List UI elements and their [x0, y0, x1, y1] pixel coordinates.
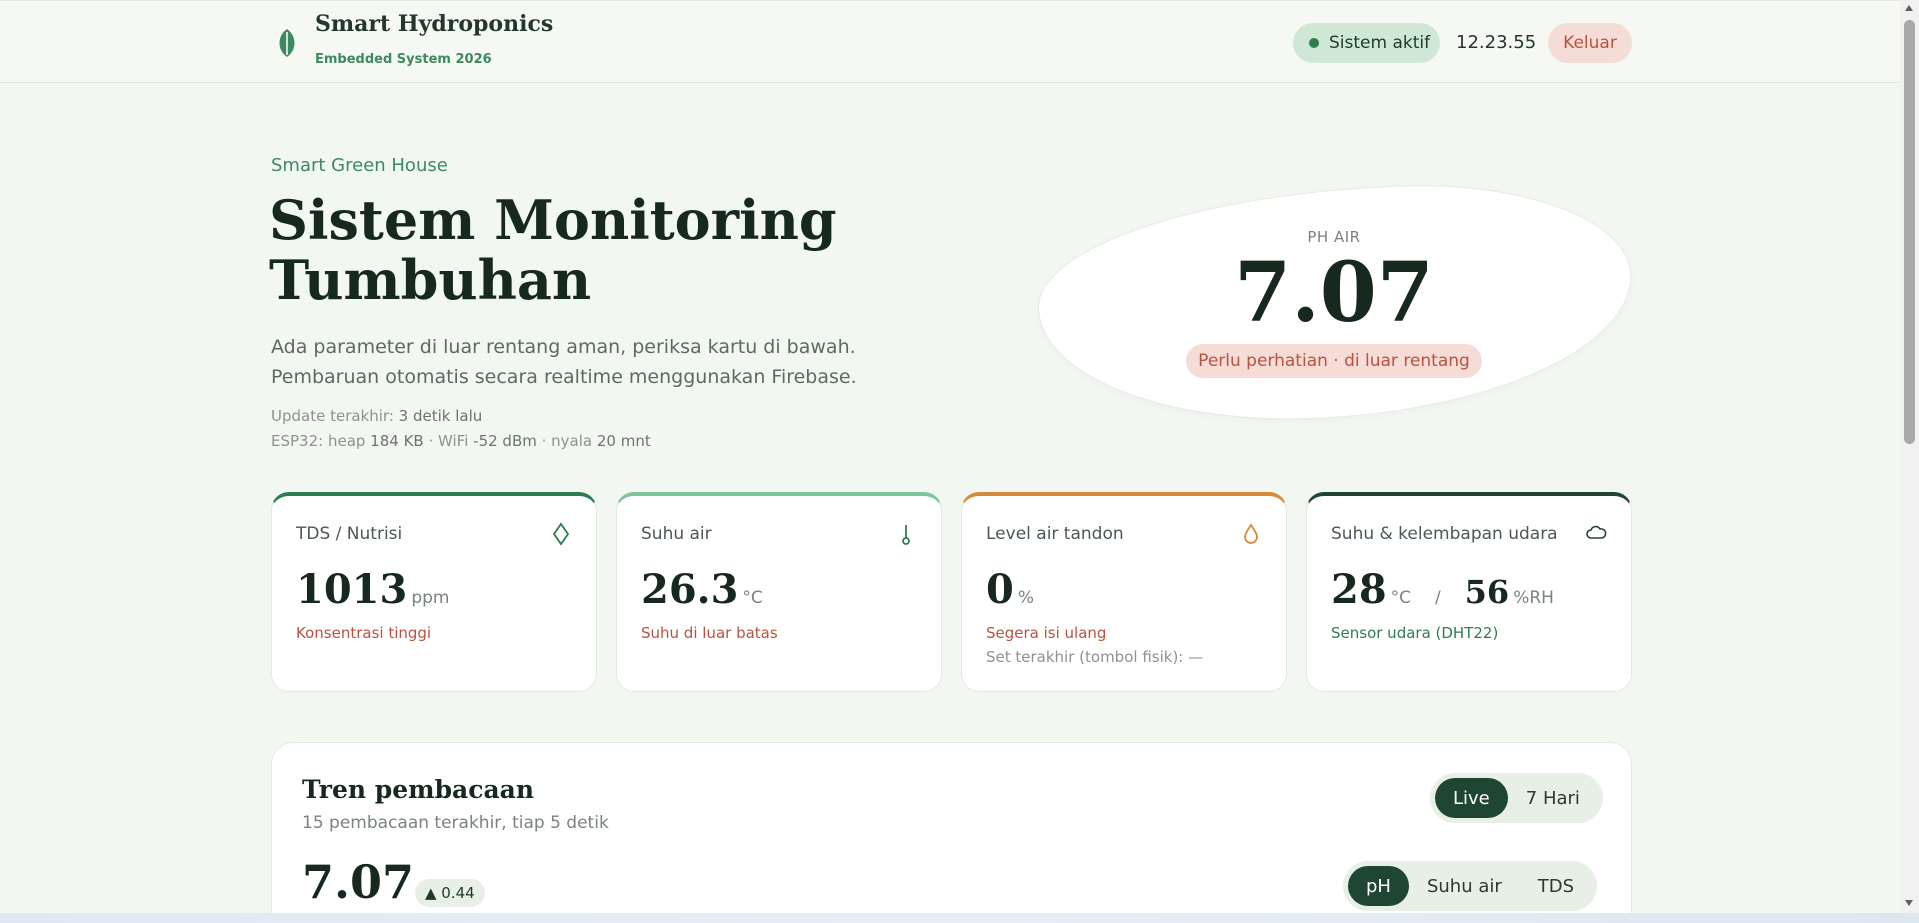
ph-status-badge: Perlu perhatian · di luar rentang [1186, 344, 1482, 378]
status-label: Sistem aktif [1329, 33, 1431, 53]
scroll-up-arrow-icon[interactable] [1905, 5, 1913, 11]
hero-eyebrow: Smart Green House [271, 155, 448, 176]
last-update-line: Update terakhir: 3 detik lalu [271, 407, 482, 425]
scrollbar-thumb[interactable] [1904, 20, 1915, 444]
card-tank-level: Level air tandon 0% Segera isi ulang Set… [961, 492, 1287, 692]
ph-label: PH AIR [1307, 228, 1361, 246]
tab-7-hari[interactable]: 7 Hari [1508, 778, 1598, 818]
hero-description: Ada parameter di luar rentang aman, peri… [271, 336, 857, 388]
trend-panel: Tren pembacaan 15 pembacaan terakhir, ti… [271, 742, 1632, 923]
esp-uptime-label: · nyala [536, 432, 597, 450]
page-scrollbar[interactable] [1900, 0, 1919, 913]
tank-level-value: 0 [986, 566, 1014, 613]
card-status: Suhu di luar batas [641, 624, 778, 642]
card-tds: TDS / Nutrisi 1013 ppm Konsentrasi tinggi [271, 492, 597, 692]
brand-title: Smart Hydroponics [315, 11, 554, 37]
scroll-down-arrow-icon[interactable] [1905, 900, 1913, 906]
tank-level-unit: % [1017, 588, 1034, 608]
top-header: Smart Hydroponics Embedded System 2026 S… [0, 0, 1900, 83]
brand-subtitle: Embedded System 2026 [315, 52, 492, 67]
water-temp-unit: °C [742, 588, 763, 608]
air-humidity-unit: %RH [1513, 588, 1554, 608]
tab-tds[interactable]: TDS [1520, 866, 1592, 906]
card-note: Set terakhir (tombol fisik): — [986, 648, 1204, 666]
water-drop-icon [1244, 523, 1258, 544]
leaf-icon [279, 29, 295, 57]
card-air-climate: Suhu & kelembapan udara 28 °C / 56 %RH Sen… [1306, 492, 1632, 692]
last-update-value: 3 detik lalu [398, 407, 483, 425]
card-title: Level air tandon [986, 524, 1124, 544]
logout-button[interactable]: Keluar [1548, 23, 1632, 63]
tab-suhu-air[interactable]: Suhu air [1409, 866, 1520, 906]
air-temp-value: 28 [1331, 566, 1387, 613]
tab-ph[interactable]: pH [1348, 866, 1409, 906]
card-status: Segera isi ulang [986, 624, 1107, 642]
tab-live[interactable]: Live [1435, 778, 1508, 818]
card-value: 28 °C / 56 %RH [1331, 566, 1554, 613]
taskbar-edge [0, 913, 1919, 923]
tds-unit: ppm [411, 588, 450, 608]
diamond-icon [552, 522, 570, 546]
esp-uptime-value: 20 mnt [596, 432, 651, 450]
esp-heap-label: ESP32: heap [271, 432, 371, 450]
thermometer-icon [902, 525, 910, 545]
system-status-badge: Sistem aktif [1293, 23, 1440, 63]
range-toggle: Live 7 Hari [1430, 773, 1603, 823]
card-title: TDS / Nutrisi [296, 524, 403, 544]
last-update-label: Update terakhir: [271, 407, 399, 425]
water-temp-value: 26.3 [641, 566, 739, 613]
tds-value: 1013 [296, 566, 408, 613]
card-value: 1013 ppm [296, 566, 449, 613]
trend-subtitle: 15 pembacaan terakhir, tiap 5 detik [302, 813, 609, 833]
esp-heap-value: 184 KB [370, 432, 424, 450]
card-title: Suhu air [641, 524, 712, 544]
trend-current-value: 7.07 [302, 855, 415, 909]
trend-delta-badge: ▲ 0.44 [415, 879, 485, 907]
esp32-status-line: ESP32: heap 184 KB · WiFi -52 dBm · nyal… [271, 432, 651, 450]
metric-toggle: pH Suhu air TDS [1343, 861, 1598, 911]
card-value: 26.3 °C [641, 566, 763, 613]
esp-wifi-label: · WiFi [423, 432, 474, 450]
ph-value: 7.07 [1234, 245, 1434, 341]
trend-title: Tren pembacaan [302, 775, 535, 804]
clock: 12.23.55 [1456, 32, 1537, 53]
card-value: 0% [986, 566, 1034, 613]
air-temp-unit: °C [1390, 588, 1412, 608]
card-status: Konsentrasi tinggi [296, 624, 432, 642]
card-status: Sensor udara (DHT22) [1331, 624, 1499, 642]
card-water-temp: Suhu air 26.3 °C Suhu di luar batas [616, 492, 942, 692]
air-humidity-value: 56 [1464, 573, 1510, 611]
card-title: Suhu & kelembapan udara [1331, 524, 1558, 544]
cloud-icon [1586, 525, 1607, 539]
esp-wifi-value: -52 dBm [473, 432, 537, 450]
page-title: Sistem Monitoring Tumbuhan [269, 188, 837, 312]
status-dot-icon [1309, 38, 1319, 48]
value-separator: / [1434, 588, 1441, 608]
